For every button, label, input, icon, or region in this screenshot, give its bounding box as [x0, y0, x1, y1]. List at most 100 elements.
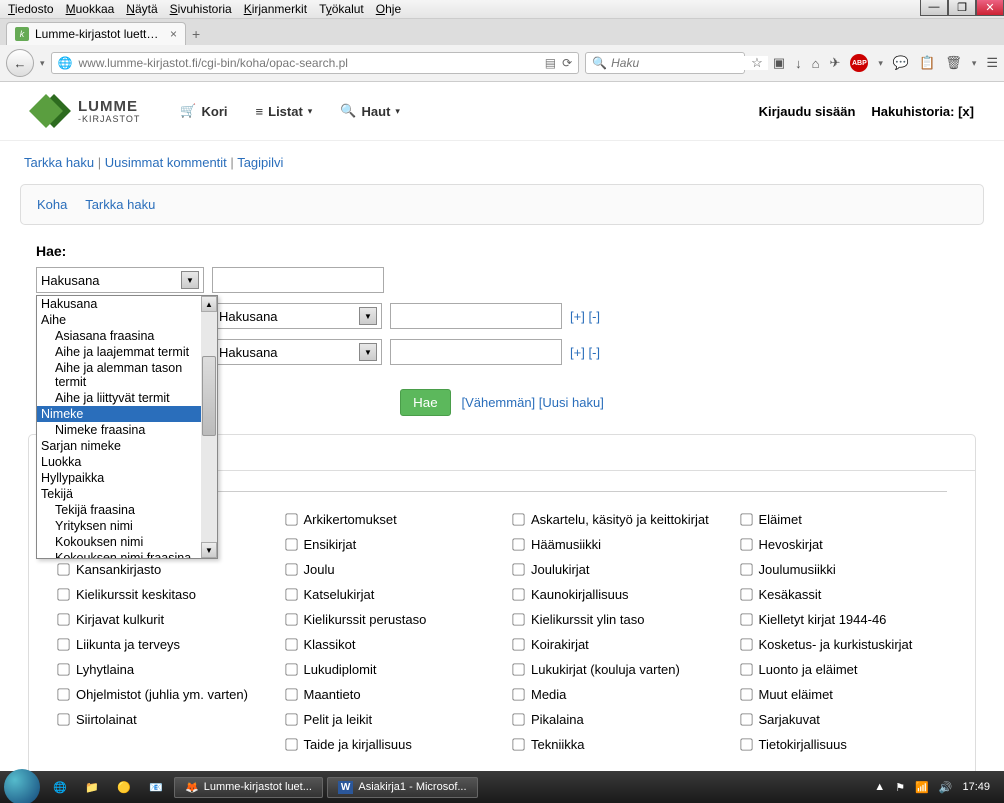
collection-checkbox-item[interactable]: Pelit ja leikit	[285, 712, 493, 727]
collection-checkbox[interactable]	[57, 713, 69, 725]
collection-checkbox-item[interactable]: Tekniikka	[512, 737, 720, 752]
collection-checkbox[interactable]	[57, 613, 69, 625]
menu-hamburger-icon[interactable]: ☰	[986, 55, 998, 71]
menu-tools[interactable]: Työkalut	[319, 2, 364, 16]
collection-checkbox[interactable]	[57, 563, 69, 575]
breadcrumb-koha[interactable]: Koha	[37, 197, 67, 212]
collection-checkbox[interactable]	[740, 663, 752, 675]
collection-checkbox-item[interactable]: Liikunta ja terveys	[57, 637, 265, 652]
window-close[interactable]: ✕	[976, 0, 1004, 16]
browser-search-input[interactable]	[611, 56, 768, 70]
chevron-down-icon[interactable]: ▼	[359, 307, 377, 325]
collection-checkbox[interactable]	[740, 738, 752, 750]
chevron-down-icon[interactable]: ▼	[359, 343, 377, 361]
url-bar[interactable]: 🌐 ▤ ⟳	[51, 52, 580, 74]
collection-checkbox-item[interactable]: Katselukirjat	[285, 587, 493, 602]
search-submit-button[interactable]: Hae	[400, 389, 450, 416]
collection-checkbox[interactable]	[57, 688, 69, 700]
taskbar-chrome-icon[interactable]: 🟡	[110, 776, 138, 798]
dropdown-option[interactable]: Aihe ja laajemmat termit	[37, 344, 217, 360]
remove-row-button[interactable]: [-]	[588, 309, 600, 324]
nav-haut[interactable]: 🔍 Haut ▾	[340, 103, 400, 119]
chevron-down-icon[interactable]: ▼	[181, 271, 199, 289]
collection-checkbox[interactable]	[512, 688, 524, 700]
chat-icon[interactable]: 💬	[893, 55, 909, 71]
nav-listat[interactable]: ≡ Listat ▾	[256, 103, 313, 119]
collection-checkbox[interactable]	[285, 588, 297, 600]
menu-file[interactable]: Tiedosto	[8, 2, 54, 16]
subnav-tarkka[interactable]: Tarkka haku	[24, 155, 94, 170]
start-button[interactable]	[4, 769, 40, 803]
menu-history[interactable]: Sivuhistoria	[170, 2, 232, 16]
menu-help[interactable]: Ohje	[376, 2, 401, 16]
breadcrumb-tarkka[interactable]: Tarkka haku	[85, 197, 155, 212]
search-input-3[interactable]	[390, 339, 562, 365]
collection-checkbox-item[interactable]: Joulu	[285, 562, 493, 577]
collection-checkbox-item[interactable]: Kansankirjasto	[57, 562, 265, 577]
search-input-1[interactable]	[212, 267, 384, 293]
collection-checkbox-item[interactable]: Lyhytlaina	[57, 662, 265, 677]
collection-checkbox-item[interactable]: Pikalaina	[512, 712, 720, 727]
back-button[interactable]: ←	[6, 49, 34, 77]
dropdown-option[interactable]: Sarjan nimeke	[37, 438, 217, 454]
collection-checkbox[interactable]	[740, 588, 752, 600]
collection-checkbox[interactable]	[512, 713, 524, 725]
downloads-icon[interactable]: ↓	[795, 56, 802, 71]
bookmark-icon[interactable]: ☆	[751, 55, 763, 71]
history-link[interactable]: Hakuhistoria: [x]	[871, 104, 974, 119]
collection-checkbox[interactable]	[740, 713, 752, 725]
send-icon[interactable]: ✈	[829, 55, 840, 71]
site-logo[interactable]: LUMME -KIRJASTOT	[30, 94, 140, 128]
collection-checkbox[interactable]	[57, 638, 69, 650]
collection-checkbox-item[interactable]: Hevoskirjat	[740, 537, 948, 552]
home-icon[interactable]: ⌂	[812, 56, 820, 71]
collection-checkbox-item[interactable]: Kielikurssit ylin taso	[512, 612, 720, 627]
browser-tab[interactable]: k Lumme-kirjastot luettelo › ... ×	[6, 22, 186, 45]
collection-checkbox[interactable]	[512, 613, 524, 625]
dropdown-option[interactable]: Aihe ja liittyvät termit	[37, 390, 217, 406]
nav-kori[interactable]: 🛒 Kori	[180, 103, 227, 119]
collection-checkbox-item[interactable]: Maantieto	[285, 687, 493, 702]
add-row-button[interactable]: [+]	[570, 345, 585, 360]
dropdown-option[interactable]: Aihe	[37, 312, 217, 328]
collection-checkbox-item[interactable]: Kosketus- ja kurkistuskirjat	[740, 637, 948, 652]
collection-checkbox-item[interactable]: Kaunokirjallisuus	[512, 587, 720, 602]
collection-checkbox-item[interactable]: Koirakirjat	[512, 637, 720, 652]
taskbar-word-app[interactable]: W Asiakirja1 - Microsof...	[327, 777, 478, 798]
scroll-thumb[interactable]	[202, 356, 216, 436]
scroll-down-icon[interactable]: ▼	[201, 542, 217, 558]
taskbar-explorer-icon[interactable]: 📁	[78, 776, 106, 798]
tab-close-icon[interactable]: ×	[170, 27, 177, 41]
collection-checkbox[interactable]	[57, 588, 69, 600]
collection-checkbox[interactable]	[512, 663, 524, 675]
collection-checkbox[interactable]	[285, 513, 297, 525]
collection-checkbox[interactable]	[512, 738, 524, 750]
collection-checkbox-item[interactable]: Muut eläimet	[740, 687, 948, 702]
dropdown-scrollbar[interactable]: ▲ ▼	[201, 296, 217, 558]
add-row-button[interactable]: [+]	[570, 309, 585, 324]
collection-checkbox-item[interactable]: Arkikertomukset	[285, 512, 493, 527]
dropdown-option[interactable]: Nimeke fraasina	[37, 422, 217, 438]
field-select-3[interactable]: Hakusana ▼	[214, 339, 382, 365]
collection-checkbox-item[interactable]: Taide ja kirjallisuus	[285, 737, 493, 752]
new-search-link[interactable]: [Uusi haku]	[539, 395, 604, 410]
collection-checkbox[interactable]	[512, 563, 524, 575]
dropdown-option[interactable]: Luokka	[37, 454, 217, 470]
pocket-icon[interactable]: ▣	[773, 55, 785, 71]
fewer-options-link[interactable]: [Vähemmän]	[461, 395, 535, 410]
collection-checkbox-item[interactable]: Sarjakuvat	[740, 712, 948, 727]
collection-checkbox[interactable]	[512, 538, 524, 550]
collection-checkbox[interactable]	[285, 738, 297, 750]
remove-row-button[interactable]: [-]	[588, 345, 600, 360]
dropdown-option[interactable]: Asiasana fraasina	[37, 328, 217, 344]
menu-view[interactable]: Näytä	[126, 2, 157, 16]
dropdown-option[interactable]: Hakusana	[37, 296, 217, 312]
browser-search[interactable]: 🔍	[585, 52, 745, 74]
collection-checkbox[interactable]	[285, 563, 297, 575]
dropdown-option[interactable]: Tekijä	[37, 486, 217, 502]
back-dropdown-icon[interactable]: ▾	[40, 58, 45, 69]
collection-checkbox[interactable]	[512, 588, 524, 600]
field-select-2[interactable]: Hakusana ▼	[214, 303, 382, 329]
tray-flag-icon[interactable]: ⚑	[895, 781, 905, 794]
collection-checkbox-item[interactable]: Askartelu, käsityö ja keittokirjat	[512, 512, 720, 527]
